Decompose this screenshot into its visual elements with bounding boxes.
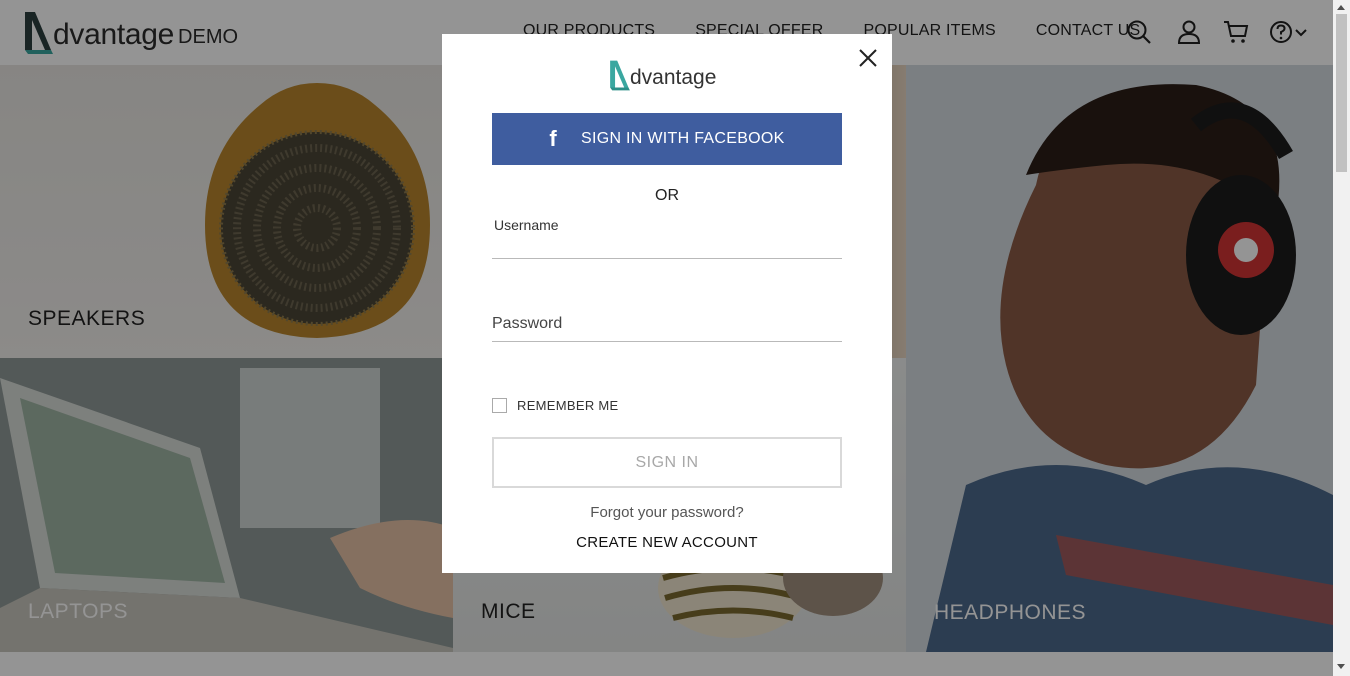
login-modal: dvantage f SIGN IN WITH FACEBOOK OR User… [442,34,892,573]
close-icon[interactable] [858,48,878,68]
or-divider: OR [655,187,679,204]
scrollbar-thumb[interactable] [1336,14,1347,172]
forgot-password-link[interactable]: Forgot your password? [442,504,892,521]
modal-logo: dvantage [608,58,716,92]
remember-me-label: REMEMBER ME [517,398,619,413]
remember-me-checkbox[interactable] [492,398,507,413]
username-label: Username [494,217,559,233]
remember-me[interactable]: REMEMBER ME [492,398,619,413]
create-account-link[interactable]: CREATE NEW ACCOUNT [442,534,892,551]
advantage-logo-icon [610,60,630,91]
scroll-down-arrow-icon[interactable] [1337,664,1345,669]
password-field[interactable]: Password [492,310,842,342]
sign-in-button[interactable]: SIGN IN [492,437,842,488]
sign-in-facebook-button[interactable]: f SIGN IN WITH FACEBOOK [492,113,842,165]
facebook-icon: f [549,126,557,151]
scroll-up-arrow-icon[interactable] [1337,5,1345,10]
username-field[interactable]: Username [492,214,842,259]
modal-logo-text: dvantage [630,66,717,89]
username-input[interactable] [492,234,842,258]
page-scrollbar[interactable] [1333,0,1350,676]
password-input[interactable] [492,317,842,341]
facebook-button-label: SIGN IN WITH FACEBOOK [580,130,785,147]
